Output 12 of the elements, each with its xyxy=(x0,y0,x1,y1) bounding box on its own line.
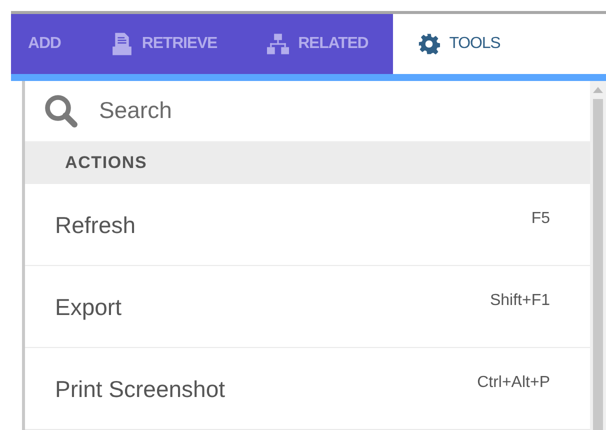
shortcut-label: F5 xyxy=(531,210,550,228)
scroll-up-icon[interactable] xyxy=(593,87,603,93)
search-icon xyxy=(43,92,79,129)
section-title: ACTIONS xyxy=(65,152,148,173)
hierarchy-icon xyxy=(267,32,290,56)
shortcut-label: Ctrl+Alt+P xyxy=(477,374,550,392)
scrollbar[interactable] xyxy=(590,81,606,430)
document-tray-icon xyxy=(110,32,133,56)
tab[interactable]: TOOLS xyxy=(393,14,606,74)
search-field[interactable]: Search xyxy=(97,96,401,126)
settings-icon xyxy=(418,32,440,56)
shortcut-label: Shift+F1 xyxy=(490,292,550,310)
